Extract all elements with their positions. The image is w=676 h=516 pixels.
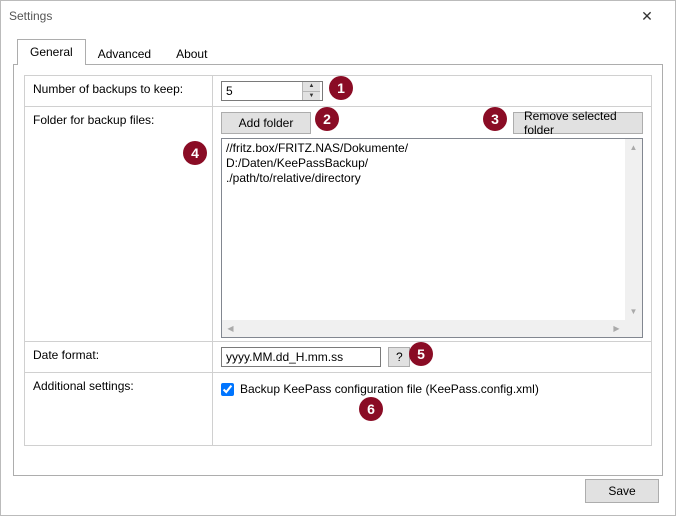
scroll-right-icon[interactable]: ▶	[608, 320, 625, 337]
backup-config-checkbox-row[interactable]: Backup KeePass configuration file (KeePa…	[221, 378, 643, 396]
label-additional-settings: Additional settings:	[25, 373, 213, 445]
remove-folder-button[interactable]: Remove selected folder	[513, 112, 643, 134]
vertical-scrollbar[interactable]: ▲ ▼	[625, 139, 642, 320]
scroll-corner	[625, 320, 642, 337]
row-additional-settings: Additional settings: Backup KeePass conf…	[24, 372, 652, 446]
close-icon[interactable]: ✕	[627, 2, 667, 30]
scroll-up-icon[interactable]: ▲	[625, 139, 642, 156]
folder-listbox[interactable]: //fritz.box/FRITZ.NAS/Dokumente/ D:/Date…	[221, 138, 643, 338]
spinner-down-icon[interactable]: ▼	[303, 92, 320, 101]
scroll-down-icon[interactable]: ▼	[625, 303, 642, 320]
content-area: General Advanced About Number of backups…	[1, 31, 675, 476]
folder-items: //fritz.box/FRITZ.NAS/Dokumente/ D:/Date…	[222, 139, 642, 320]
list-item[interactable]: D:/Daten/KeePassBackup/	[226, 156, 638, 171]
list-item[interactable]: //fritz.box/FRITZ.NAS/Dokumente/	[226, 141, 638, 156]
date-format-help-button[interactable]: ?	[388, 347, 410, 367]
list-item[interactable]: ./path/to/relative/directory	[226, 171, 638, 186]
callout-5: 5	[409, 342, 433, 366]
horizontal-scrollbar[interactable]: ◀ ▶	[222, 320, 625, 337]
row-date-format: Date format: ? 5	[24, 341, 652, 373]
titlebar: Settings ✕	[1, 1, 675, 31]
settings-window: Settings ✕ General Advanced About Number…	[0, 0, 676, 516]
callout-1: 1	[329, 76, 353, 100]
tab-strip: General Advanced About	[17, 39, 663, 65]
backup-config-checkbox[interactable]	[221, 383, 234, 396]
label-date-format: Date format:	[25, 342, 213, 372]
tab-general[interactable]: General	[17, 39, 86, 65]
save-bar: Save	[585, 479, 659, 503]
spinner-buttons: ▲ ▼	[302, 82, 320, 100]
backup-config-label: Backup KeePass configuration file (KeePa…	[240, 382, 539, 396]
callout-6: 6	[359, 397, 383, 421]
label-backup-folder: Folder for backup files:	[25, 107, 213, 341]
backup-count-input[interactable]	[222, 82, 302, 100]
date-format-input[interactable]	[221, 347, 381, 367]
spinner-up-icon[interactable]: ▲	[303, 82, 320, 92]
row-backup-folder: Folder for backup files: Add folder Remo…	[24, 106, 652, 342]
callout-2: 2	[315, 107, 339, 131]
backup-count-stepper[interactable]: ▲ ▼	[221, 81, 323, 101]
callout-4: 4	[183, 141, 207, 165]
tab-panel-general: Number of backups to keep: ▲ ▼ 1 Folder …	[13, 64, 663, 476]
window-title: Settings	[9, 9, 627, 23]
save-button[interactable]: Save	[585, 479, 659, 503]
scroll-left-icon[interactable]: ◀	[222, 320, 239, 337]
add-folder-button[interactable]: Add folder	[221, 112, 311, 134]
row-backups-to-keep: Number of backups to keep: ▲ ▼ 1	[24, 75, 652, 107]
callout-3: 3	[483, 107, 507, 131]
label-backups-to-keep: Number of backups to keep:	[25, 76, 213, 106]
